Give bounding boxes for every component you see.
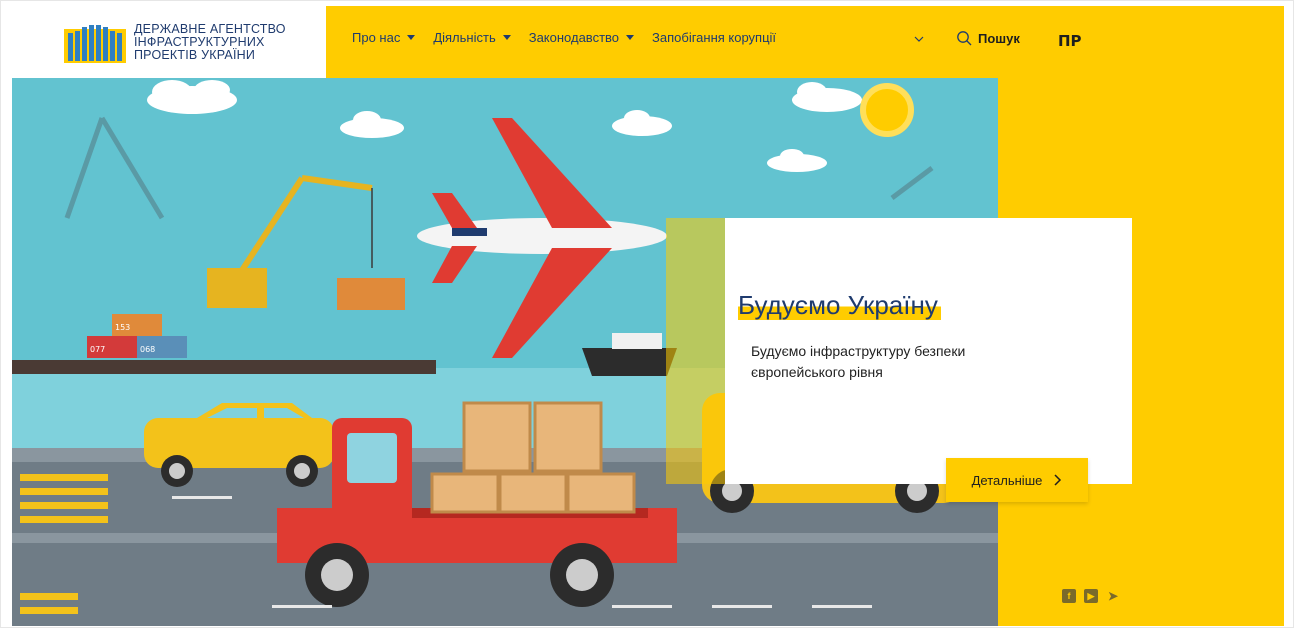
telegram-glyph: ➤ bbox=[1107, 589, 1119, 603]
caret-down-icon bbox=[626, 35, 635, 40]
agency-name-line: ПРОЕКТІВ УКРАЇНИ bbox=[134, 48, 256, 62]
more-button-label: Детальніше bbox=[971, 472, 1043, 488]
search-label: Пошук bbox=[978, 30, 1020, 46]
telegram-icon[interactable]: ➤ bbox=[1106, 589, 1120, 603]
nav-item-label: Законодавство bbox=[528, 30, 620, 45]
container-label: 153 bbox=[115, 323, 130, 332]
chevron-right-icon bbox=[1054, 474, 1062, 486]
agency-name: ДЕРЖАВНЕ АГЕНТСТВО ІНФРАСТРУКТУРНИХ ПРОЕ… bbox=[134, 23, 286, 62]
nav-item-label: Діяльність bbox=[433, 30, 496, 45]
brand-monogram-text: ПР bbox=[1058, 32, 1082, 50]
chevron-down-icon[interactable] bbox=[914, 34, 924, 44]
search-icon bbox=[957, 31, 972, 46]
nav-item-label: Запобігання корупції bbox=[652, 30, 777, 45]
more-button[interactable]: Детальніше bbox=[946, 458, 1088, 502]
container-label: 068 bbox=[140, 345, 155, 354]
caret-down-icon bbox=[407, 35, 416, 40]
container-label: 077 bbox=[90, 345, 105, 354]
nav-item-anticorruption[interactable]: Запобігання корупції bbox=[652, 30, 776, 45]
youtube-glyph: ▶ bbox=[1087, 590, 1095, 601]
nav-item-activity[interactable]: Діяльність bbox=[433, 30, 511, 45]
agency-logo-icon bbox=[64, 25, 126, 63]
hero-title-text: Будуємо Україну bbox=[738, 290, 941, 320]
youtube-icon[interactable]: ▶ bbox=[1084, 589, 1098, 603]
facebook-icon[interactable]: f bbox=[1062, 589, 1076, 603]
caret-down-icon bbox=[502, 35, 511, 40]
hero-title: Будуємо Україну bbox=[738, 290, 941, 321]
hero-subtitle: Будуємо інфраструктуру безпеки європейсь… bbox=[751, 343, 966, 380]
brand-monogram-icon[interactable]: ПР bbox=[1058, 31, 1082, 56]
search-button[interactable]: Пошук bbox=[956, 30, 1020, 46]
nav-item-legislation[interactable]: Законодавство bbox=[528, 30, 635, 45]
social-links: f ▶ ➤ bbox=[1062, 589, 1120, 603]
card-shade bbox=[666, 218, 726, 484]
facebook-glyph: f bbox=[1067, 591, 1071, 601]
main-nav: Про нас Діяльність Законодавство Запобіг… bbox=[352, 30, 776, 45]
nav-item-about[interactable]: Про нас bbox=[352, 30, 416, 45]
logo-area[interactable]: ДЕРЖАВНЕ АГЕНТСТВО ІНФРАСТРУКТУРНИХ ПРОЕ… bbox=[12, 6, 326, 78]
nav-item-label: Про нас bbox=[352, 30, 401, 45]
